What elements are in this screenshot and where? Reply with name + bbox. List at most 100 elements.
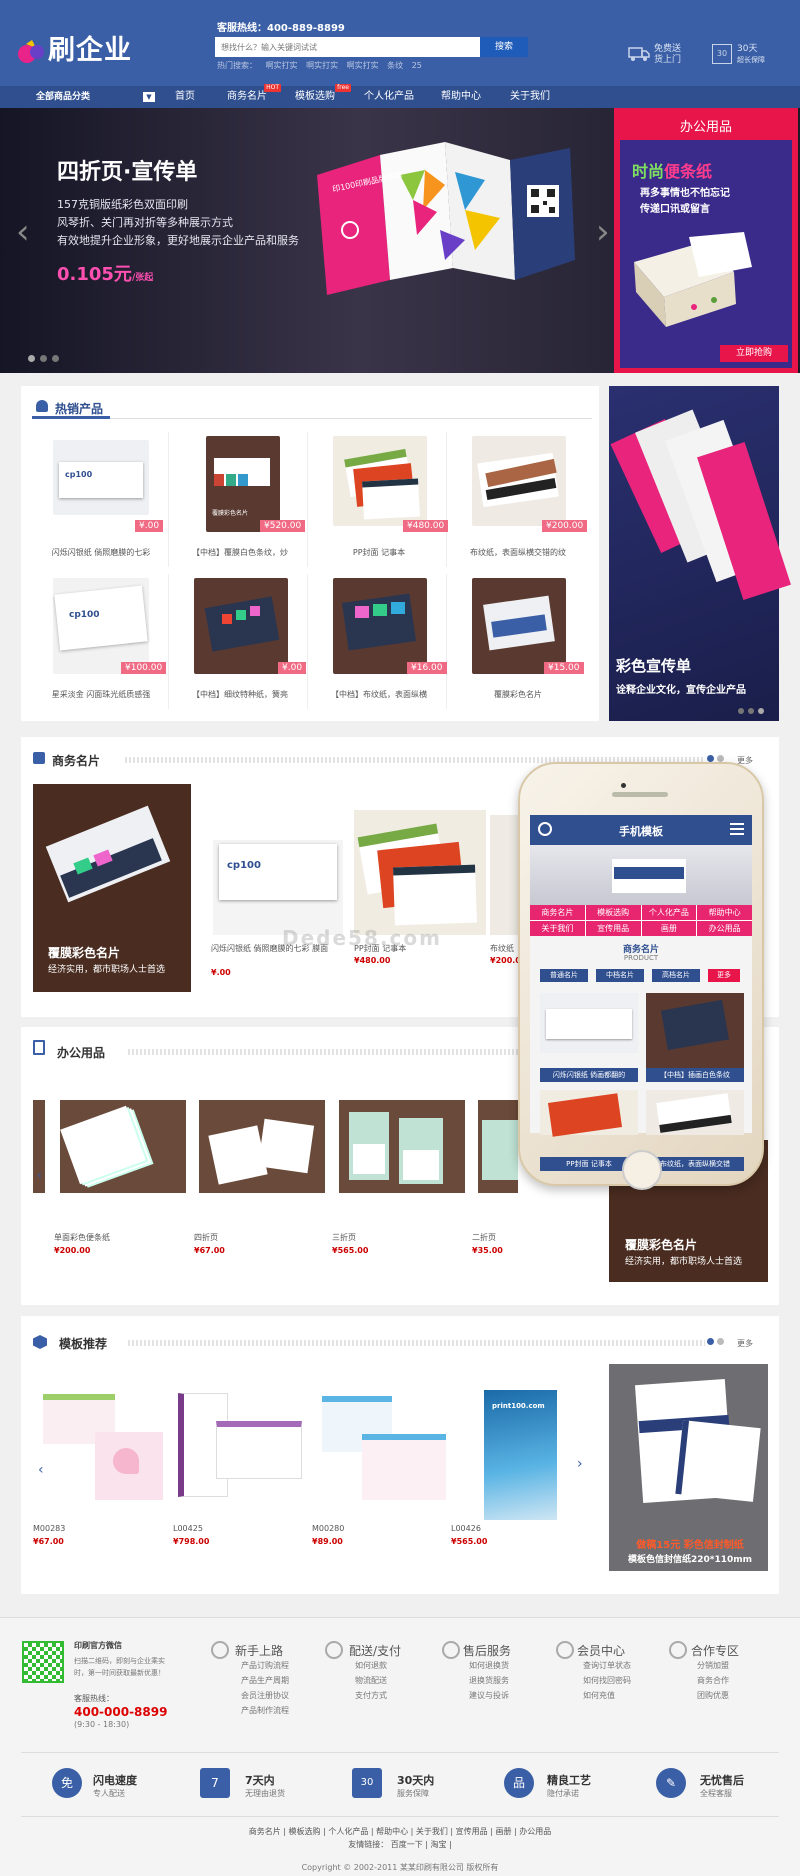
- hot-searches[interactable]: 热门搜索： 啊实打实 啊实打实 啊实打实 条纹 25: [217, 60, 422, 71]
- nav-templates[interactable]: 模板选购 free: [295, 84, 351, 108]
- template-image[interactable]: [322, 1396, 446, 1500]
- phone-menu-item[interactable]: 宣传用品: [585, 921, 641, 936]
- template-image[interactable]: print100.com: [484, 1390, 557, 1520]
- phone-card-image[interactable]: [540, 993, 638, 1053]
- footer-link[interactable]: 如何退换货: [469, 1658, 509, 1673]
- footer-link[interactable]: 产品订购流程: [241, 1658, 289, 1673]
- prev-arrow-icon[interactable]: ‹: [37, 1168, 42, 1182]
- footer-link[interactable]: 支付方式: [355, 1688, 387, 1703]
- phone-card-label[interactable]: 闪烁闪银纸 倘画都翻的: [540, 1068, 638, 1082]
- footer-link[interactable]: 分销加盟: [697, 1658, 729, 1673]
- menu-icon[interactable]: [730, 823, 744, 835]
- product-image[interactable]: [490, 815, 520, 935]
- carousel-dot[interactable]: [707, 1338, 714, 1345]
- ad-dots[interactable]: [738, 708, 764, 714]
- next-arrow-icon[interactable]: ›: [577, 1456, 583, 1472]
- carousel-dot[interactable]: [738, 708, 744, 714]
- product-name[interactable]: 【中档】覆膜白色条纹，炒: [172, 547, 308, 558]
- category-menu[interactable]: 全部商品分类 ▼: [30, 86, 160, 108]
- footer-link[interactable]: 产品生产周期: [241, 1673, 289, 1688]
- product-card[interactable]: 覆膜彩色名片 ¥520.00 【中档】覆膜白色条纹，炒: [172, 432, 308, 567]
- phone-menu-item[interactable]: 画册: [641, 921, 697, 936]
- product-image[interactable]: [354, 810, 486, 935]
- product-name[interactable]: 星采淡金 闪面珠光纸质感强: [33, 689, 169, 700]
- phone-menu-item[interactable]: 商务名片: [530, 905, 585, 920]
- phone-menu-item[interactable]: 办公用品: [697, 921, 752, 936]
- nav-home[interactable]: 首页: [175, 86, 195, 108]
- phone-menu-item[interactable]: 关于我们: [530, 921, 585, 936]
- template-image[interactable]: [178, 1393, 302, 1503]
- footer-link[interactable]: 如何找回密码: [583, 1673, 631, 1688]
- product-image[interactable]: [199, 1100, 325, 1193]
- product-name[interactable]: PP封面 记事本: [311, 547, 447, 558]
- footer-link[interactable]: 查询订单状态: [583, 1658, 631, 1673]
- product-card[interactable]: ¥480.00 PP封面 记事本: [311, 432, 449, 567]
- product-card[interactable]: ¥15.00 覆膜彩色名片: [450, 574, 586, 709]
- product-name[interactable]: 布纹纸: [490, 943, 520, 954]
- footer-link[interactable]: 会员注册协议: [241, 1688, 289, 1703]
- phone-banner[interactable]: [530, 845, 752, 905]
- nav-personal[interactable]: 个人化产品: [364, 86, 414, 108]
- phone-menu-item[interactable]: 个人化产品: [641, 905, 697, 920]
- phone-tab[interactable]: 中档名片: [596, 969, 644, 982]
- footer-link[interactable]: 退换货服务: [469, 1673, 509, 1688]
- product-card[interactable]: ¥16.00 【中档】布纹纸，表面纵横: [311, 574, 447, 709]
- nav-business-cards[interactable]: 商务名片 HOT: [227, 84, 281, 108]
- banner-prev-icon[interactable]: ‹: [16, 212, 30, 252]
- footer-link[interactable]: 如何退款: [355, 1658, 387, 1673]
- phone-menu-item[interactable]: 帮助中心: [697, 905, 752, 920]
- product-image[interactable]: [339, 1100, 465, 1193]
- carousel-dot[interactable]: [707, 755, 714, 762]
- nav-about[interactable]: 关于我们: [510, 86, 550, 108]
- footer-links[interactable]: 商务名片 | 模板选购 | 个人化产品 | 帮助中心 | 关于我们 | 宣传用品…: [0, 1826, 800, 1837]
- product-card[interactable]: cp100 ¥.00 闪烁闪银纸 倘照磨膜的七彩: [33, 432, 169, 567]
- phone-tab[interactable]: 高档名片: [652, 969, 700, 982]
- footer-link[interactable]: 物流配送: [355, 1673, 387, 1688]
- product-card[interactable]: ¥200.00 布纹纸，表面纵横交错的纹: [450, 432, 588, 567]
- product-name[interactable]: 覆膜彩色名片: [450, 689, 586, 700]
- template-code[interactable]: L00425: [173, 1524, 203, 1533]
- template-image[interactable]: [43, 1394, 163, 1504]
- friend-links[interactable]: 友情链接： 百度一下 | 淘宝 |: [0, 1839, 800, 1850]
- search-button[interactable]: 搜索: [480, 37, 528, 57]
- product-name[interactable]: 【中档】细纹特种纸，簧亮: [172, 689, 308, 700]
- carousel-dot[interactable]: [748, 708, 754, 714]
- product-name[interactable]: 闪烁闪银纸 倘照磨膜的七彩: [33, 547, 169, 558]
- product-name[interactable]: 布纹纸，表面纵横交错的纹: [450, 547, 586, 558]
- phone-menu-item[interactable]: 模板选购: [585, 905, 641, 920]
- product-card[interactable]: cp100 ¥100.00 星采淡金 闪面珠光纸质感强: [33, 574, 169, 709]
- phone-card-image[interactable]: [646, 993, 744, 1068]
- product-name[interactable]: 【中档】布纹纸，表面纵横: [311, 689, 447, 700]
- search-input[interactable]: [215, 37, 480, 57]
- carousel-dot[interactable]: [717, 755, 724, 762]
- footer-link[interactable]: 建议与投诉: [469, 1688, 509, 1703]
- carousel-dot[interactable]: [28, 355, 35, 362]
- site-logo[interactable]: 刷企业: [16, 28, 132, 67]
- product-card[interactable]: ¥.00 【中档】细纹特种纸，簧亮: [172, 574, 308, 709]
- phone-tab[interactable]: 普通名片: [540, 969, 588, 982]
- template-code[interactable]: L00426: [451, 1524, 481, 1533]
- banner-dots[interactable]: [28, 355, 59, 362]
- footer-link[interactable]: 团购优惠: [697, 1688, 729, 1703]
- phone-card-image[interactable]: [540, 1090, 638, 1137]
- product-image[interactable]: [60, 1100, 186, 1193]
- template-code[interactable]: M00280: [312, 1524, 344, 1533]
- buy-now-button[interactable]: 立即抢购: [720, 345, 788, 362]
- more-link[interactable]: 更多: [737, 1338, 753, 1349]
- footer-link[interactable]: 产品制作流程: [241, 1703, 289, 1718]
- carousel-dot[interactable]: [717, 1338, 724, 1345]
- carousel-dot[interactable]: [758, 708, 764, 714]
- carousel-dot[interactable]: [52, 355, 59, 362]
- carousel-dot[interactable]: [40, 355, 47, 362]
- product-name[interactable]: 单面彩色便条纸: [54, 1232, 110, 1243]
- footer-link[interactable]: 如何充值: [583, 1688, 631, 1703]
- product-image[interactable]: cp100: [213, 840, 343, 935]
- footer-link[interactable]: 商务合作: [697, 1673, 729, 1688]
- product-name[interactable]: 四折页: [194, 1232, 218, 1243]
- phone-tab-more[interactable]: 更多: [708, 969, 740, 982]
- nav-help[interactable]: 帮助中心: [441, 86, 481, 108]
- product-name[interactable]: 二折页: [472, 1232, 496, 1243]
- template-code[interactable]: M00283: [33, 1524, 65, 1533]
- phone-card-label[interactable]: 【中档】插画白色条纹: [646, 1068, 744, 1082]
- product-image[interactable]: [478, 1100, 518, 1193]
